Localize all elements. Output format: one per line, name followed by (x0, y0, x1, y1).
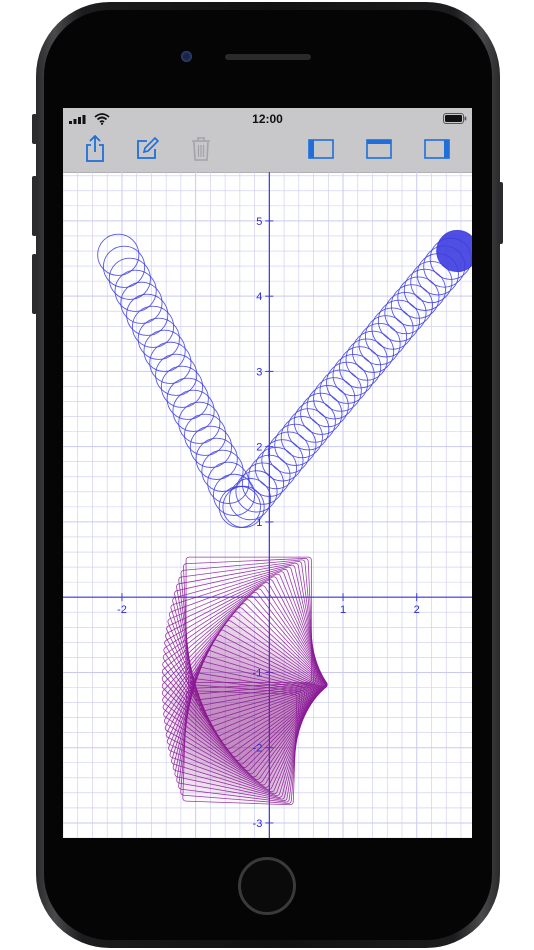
layout-right-button[interactable] (423, 134, 451, 164)
circle-mark (436, 229, 472, 273)
x-tick-label: 2 (414, 604, 420, 616)
y-tick-label: 5 (256, 216, 262, 228)
layout-top-button[interactable] (365, 134, 393, 164)
graph-canvas[interactable]: -2 1 2 5 4 3 2 1 -1 -2 -3 (63, 172, 472, 838)
status-time: 12:00 (252, 112, 283, 126)
x-tick-label: -2 (117, 604, 127, 616)
square-mark (182, 690, 298, 806)
power-button (498, 182, 503, 244)
layout-left-icon (308, 139, 334, 159)
compose-button[interactable] (133, 134, 161, 164)
mute-switch (32, 114, 37, 144)
layout-right-icon (424, 139, 450, 159)
volume-down-button (32, 254, 37, 314)
layout-top-icon (366, 139, 392, 159)
share-icon (86, 135, 104, 162)
y-tick-label: -3 (253, 818, 263, 830)
screen: 12:00 -2 1 2 5 4 3 2 1 -1 -2 -3 (63, 108, 472, 838)
front-camera (181, 51, 192, 62)
earpiece-speaker (225, 54, 311, 60)
y-tick-label: -1 (253, 667, 263, 679)
x-tick-label: 1 (340, 604, 346, 616)
compose-icon (137, 137, 159, 159)
circle-series (97, 229, 472, 528)
home-button[interactable] (238, 857, 296, 915)
battery-icon (443, 113, 467, 124)
volume-up-button (32, 176, 37, 236)
y-tick-label: 1 (256, 517, 262, 529)
layout-left-button[interactable] (307, 134, 335, 164)
y-tick-label: -2 (253, 743, 263, 755)
y-tick-label: 4 (256, 291, 262, 303)
y-tick-label: 2 (256, 442, 262, 454)
trash-icon (192, 137, 210, 161)
square-series (161, 556, 328, 806)
y-tick-label: 3 (256, 366, 262, 378)
toolbar: 12:00 (63, 108, 472, 173)
share-button[interactable] (81, 134, 109, 164)
delete-button[interactable] (187, 134, 215, 164)
